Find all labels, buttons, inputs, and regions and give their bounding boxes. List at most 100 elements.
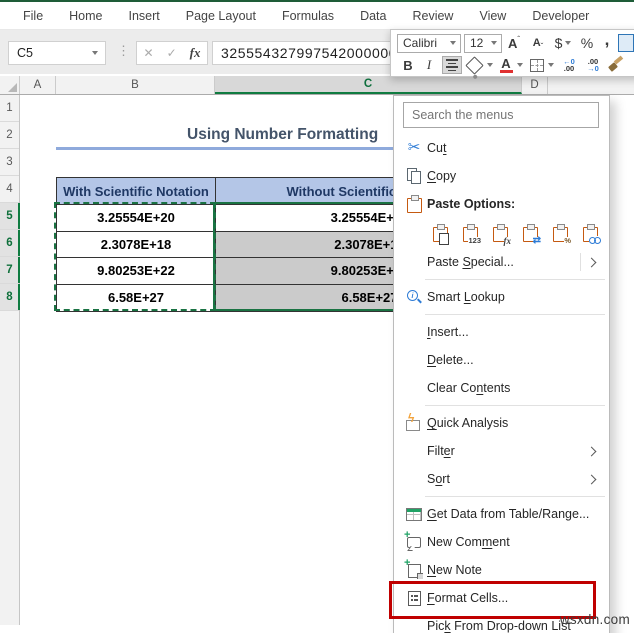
menu-item-label: Filter bbox=[427, 444, 455, 458]
row-header-6[interactable]: 6 bbox=[0, 230, 20, 257]
menu-item-quick-analysis[interactable]: ϟ Quick Analysis bbox=[394, 409, 609, 437]
paste-values-icon: 123 bbox=[461, 223, 481, 245]
column-headers: ABCD bbox=[0, 76, 634, 95]
menu-item-copy[interactable]: Copy bbox=[394, 162, 609, 190]
column-header-b[interactable]: B bbox=[56, 76, 215, 94]
cell-b8[interactable]: 6.58E+27 bbox=[57, 284, 216, 311]
menu-item-paste-options[interactable]: Paste Options: bbox=[394, 190, 609, 218]
row-header-3[interactable]: 3 bbox=[0, 149, 19, 176]
menu-item-label: Copy bbox=[427, 169, 457, 183]
increase-font-size-button[interactable]: Aˆ bbox=[502, 33, 526, 53]
decrease-decimal-button[interactable]: ←0.00 bbox=[557, 55, 581, 75]
menu-search-input[interactable] bbox=[403, 102, 599, 128]
menu-item-filter[interactable]: Filter bbox=[394, 437, 609, 465]
menu-item-label: Quick Analysis bbox=[427, 416, 509, 430]
select-all-corner[interactable] bbox=[0, 76, 20, 94]
fill-color-button[interactable] bbox=[464, 55, 495, 75]
font-name-select[interactable]: Calibri bbox=[397, 33, 461, 53]
ribbon-tab-developer[interactable]: Developer bbox=[519, 9, 602, 23]
percent-style-button[interactable]: % bbox=[576, 33, 598, 53]
menu-item-delete[interactable]: Delete... bbox=[394, 346, 609, 374]
increase-decimal-icon: .00 →0 bbox=[587, 57, 599, 73]
menu-item-clear-contents[interactable]: Clear Contents bbox=[394, 374, 609, 402]
paste-transpose-icon: ⇄ bbox=[521, 223, 541, 245]
cell-b7[interactable]: 9.80253E+22 bbox=[57, 258, 216, 285]
ribbon-tab-view[interactable]: View bbox=[466, 9, 519, 23]
cell-b5[interactable]: 3.25554E+20 bbox=[57, 205, 216, 232]
mini-toolbar: Calibri 12 Aˆ Aˇ $ % , B I A ←0 .00 .00 … bbox=[390, 29, 634, 77]
center-align-button[interactable] bbox=[439, 55, 465, 75]
menu-item-label: New Note bbox=[427, 563, 482, 577]
menu-item-new-note[interactable]: + New Note bbox=[394, 556, 609, 584]
paste-button[interactable] bbox=[427, 220, 453, 246]
ribbon-tab-home[interactable]: Home bbox=[56, 9, 115, 23]
enter-icon[interactable]: ✓ bbox=[167, 46, 177, 60]
accounting-format-button[interactable]: $ bbox=[550, 33, 576, 53]
paste-link-button[interactable] bbox=[577, 220, 603, 246]
comma-style-button[interactable]: , bbox=[598, 30, 616, 53]
cell-styles-icon bbox=[618, 34, 634, 52]
row-header-8[interactable]: 8 bbox=[0, 284, 20, 311]
insert-function-icon[interactable]: fx bbox=[190, 45, 201, 61]
italic-button[interactable]: I bbox=[419, 55, 439, 75]
menu-item-cut[interactable]: ✂ Cut bbox=[394, 134, 609, 162]
ribbon-tab-data[interactable]: Data bbox=[347, 9, 399, 23]
paste-values-button[interactable]: 123 bbox=[457, 220, 483, 246]
menu-item-sort[interactable]: Sort bbox=[394, 465, 609, 493]
cell-b6[interactable]: 2.3078E+18 bbox=[57, 231, 216, 258]
menu-item-paste-special[interactable]: Paste Special... bbox=[394, 248, 609, 276]
menu-item-smart-lookup[interactable]: i Smart Lookup bbox=[394, 283, 609, 311]
decrease-decimal-icon: ←0.00 bbox=[563, 57, 575, 73]
ribbon-tab-insert[interactable]: Insert bbox=[116, 9, 173, 23]
borders-button[interactable] bbox=[527, 55, 557, 75]
menu-item-get-data[interactable]: Get Data from Table/Range... bbox=[394, 500, 609, 528]
paste-formulas-icon: fx bbox=[491, 223, 511, 245]
clipboard-icon bbox=[405, 194, 423, 214]
format-painter-button[interactable] bbox=[605, 55, 627, 75]
paste-formatting-button[interactable]: % bbox=[547, 220, 573, 246]
row-header-4[interactable]: 4 bbox=[0, 176, 19, 203]
decrease-font-size-button[interactable]: Aˇ bbox=[526, 33, 550, 53]
menu-item-label: Smart Lookup bbox=[427, 290, 505, 304]
font-color-button[interactable]: A bbox=[495, 55, 527, 75]
smart-lookup-icon: i bbox=[405, 288, 423, 306]
watermark: wsxdn.com bbox=[559, 612, 630, 627]
name-box-value: C5 bbox=[17, 46, 33, 60]
cancel-icon[interactable]: ✕ bbox=[144, 46, 154, 60]
increase-decimal-button[interactable]: .00 →0 bbox=[581, 55, 605, 75]
column-header-a[interactable]: A bbox=[20, 76, 56, 94]
ribbon-tab-file[interactable]: File bbox=[10, 9, 56, 23]
ribbon-tab-page-layout[interactable]: Page Layout bbox=[173, 9, 269, 23]
row-header-2[interactable]: 2 bbox=[0, 122, 19, 149]
row-header-5[interactable]: 5 bbox=[0, 203, 20, 230]
paste-transpose-button[interactable]: ⇄ bbox=[517, 220, 543, 246]
new-comment-icon: + bbox=[404, 529, 423, 551]
row-header-1[interactable]: 1 bbox=[0, 95, 19, 122]
cell-styles-button[interactable] bbox=[616, 33, 634, 53]
menu-item-new-comment[interactable]: + New Comment bbox=[394, 528, 609, 556]
column-header-d[interactable]: D bbox=[522, 76, 548, 94]
paste-link-icon bbox=[581, 223, 601, 244]
ribbon-tab-review[interactable]: Review bbox=[399, 9, 466, 23]
context-menu: ✂ Cut Copy Paste Options: 123 fx ⇄% Paste Speci… bbox=[389, 95, 610, 633]
menu-item-label: Clear Contents bbox=[427, 381, 511, 395]
name-box[interactable]: C5 bbox=[8, 41, 106, 65]
menu-item-insert[interactable]: Insert... bbox=[394, 318, 609, 346]
fill-color-icon bbox=[464, 55, 484, 75]
new-note-icon: + bbox=[404, 557, 423, 579]
paste-formulas-button[interactable]: fx bbox=[487, 220, 513, 246]
formula-bar-handle[interactable]: ⋮ bbox=[117, 43, 130, 59]
table-header-with-scientific[interactable]: With Scientific Notation bbox=[57, 178, 216, 205]
center-align-icon bbox=[442, 56, 462, 74]
formula-buttons: ✕ ✓ fx bbox=[136, 41, 208, 65]
menu-item-label: Get Data from Table/Range... bbox=[427, 507, 590, 521]
name-box-dropdown-icon[interactable] bbox=[92, 51, 98, 55]
ribbon-tab-formulas[interactable]: Formulas bbox=[269, 9, 347, 23]
bold-button[interactable]: B bbox=[397, 55, 419, 75]
menu-item-format-cells[interactable]: Format Cells... bbox=[389, 581, 609, 619]
ribbon-tab-bar: File Home Insert Page Layout Formulas Data Rev… bbox=[0, 2, 634, 30]
sheet-title: Using Number Formatting bbox=[187, 126, 379, 143]
font-size-select[interactable]: 12 bbox=[464, 33, 502, 53]
font-color-icon: A bbox=[499, 55, 513, 73]
row-header-7[interactable]: 7 bbox=[0, 257, 20, 284]
